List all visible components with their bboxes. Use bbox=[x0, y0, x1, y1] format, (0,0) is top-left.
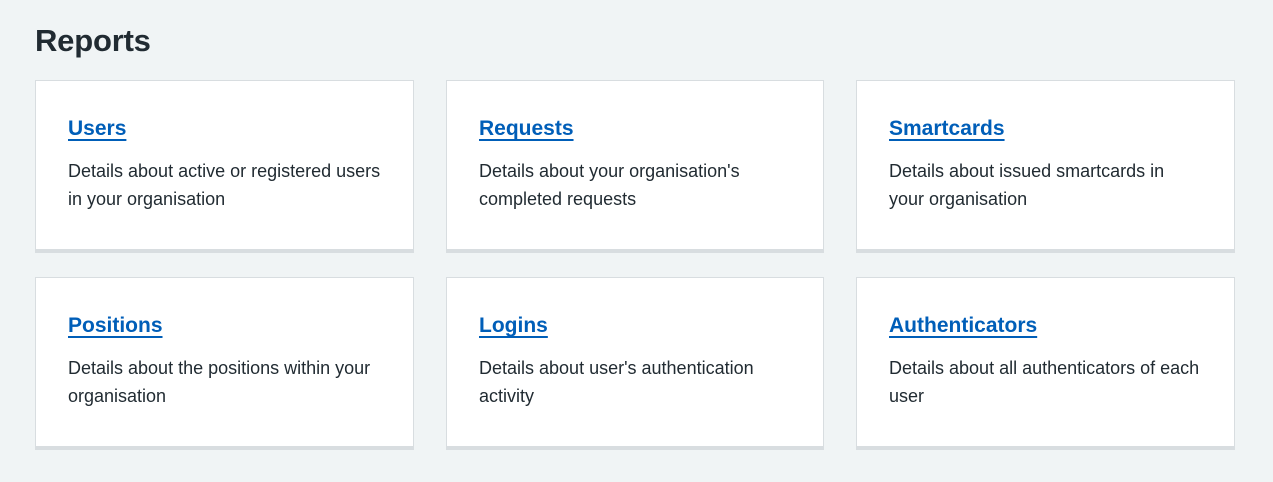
report-card-requests: Requests Details about your organisation… bbox=[446, 80, 824, 253]
smartcards-report-description: Details about issued smartcards in your … bbox=[889, 161, 1165, 209]
positions-report-link[interactable]: Positions bbox=[68, 312, 163, 340]
requests-report-description: Details about your organisation's comple… bbox=[479, 161, 740, 209]
reports-page: Reports Users Details about active or re… bbox=[0, 0, 1273, 482]
positions-report-description: Details about the positions within your … bbox=[68, 358, 371, 406]
smartcards-report-link[interactable]: Smartcards bbox=[889, 115, 1005, 143]
report-card-authenticators: Authenticators Details about all authent… bbox=[856, 277, 1235, 450]
page-title: Reports bbox=[35, 23, 151, 58]
authenticators-report-link[interactable]: Authenticators bbox=[889, 312, 1037, 340]
report-card-logins: Logins Details about user's authenticati… bbox=[446, 277, 824, 450]
report-card-positions: Positions Details about the positions wi… bbox=[35, 277, 414, 450]
requests-report-link[interactable]: Requests bbox=[479, 115, 574, 143]
authenticators-report-description: Details about all authenticators of each… bbox=[889, 358, 1200, 406]
users-report-description: Details about active or registered users… bbox=[68, 161, 381, 209]
logins-report-link[interactable]: Logins bbox=[479, 312, 548, 340]
report-card-users: Users Details about active or registered… bbox=[35, 80, 414, 253]
reports-card-grid: Users Details about active or registered… bbox=[35, 80, 1235, 450]
users-report-link[interactable]: Users bbox=[68, 115, 126, 143]
report-card-smartcards: Smartcards Details about issued smartcar… bbox=[856, 80, 1235, 253]
logins-report-description: Details about user's authentication acti… bbox=[479, 358, 754, 406]
